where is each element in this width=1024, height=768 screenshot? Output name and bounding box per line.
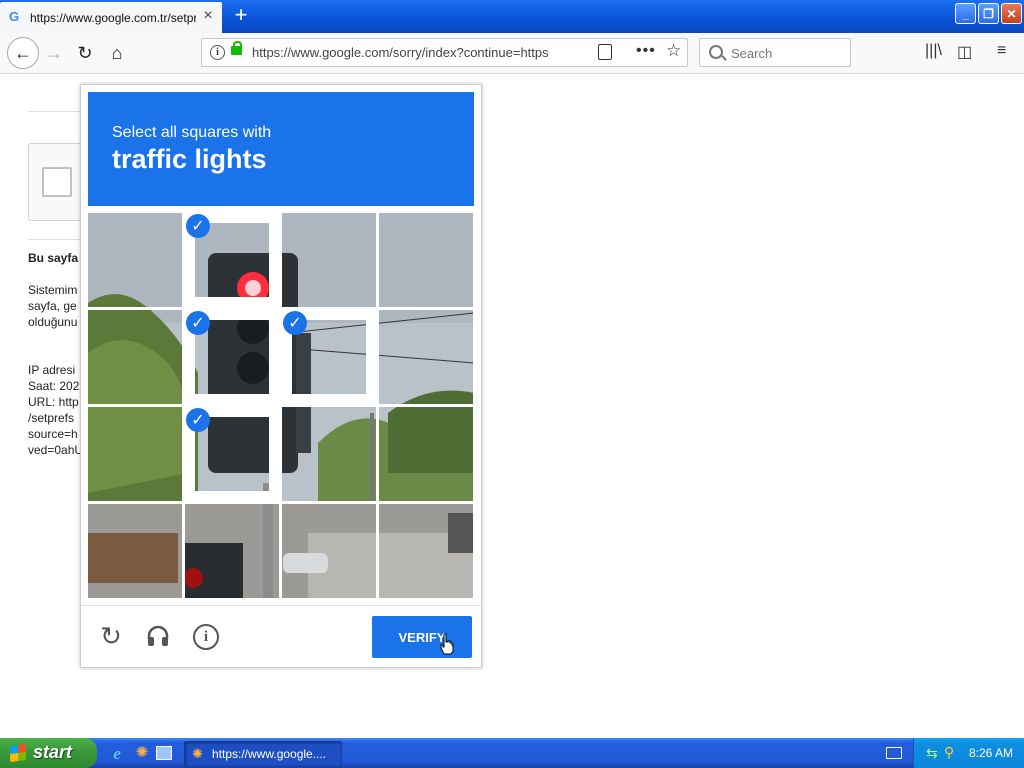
captcha-target-object: traffic lights: [112, 144, 267, 174]
captcha-challenge-dialog: Select all squares with traffic lights ✓…: [80, 84, 482, 668]
reload-button[interactable]: ↻: [73, 41, 97, 65]
captcha-instruction-header: Select all squares with traffic lights: [88, 92, 474, 206]
search-box[interactable]: Search: [699, 38, 851, 67]
captcha-tile[interactable]: [88, 310, 182, 404]
divider: [28, 111, 88, 112]
info-line: ved=0ahU: [28, 443, 84, 457]
search-icon: [709, 45, 723, 59]
info-line: IP adresi: [28, 363, 76, 377]
page-paragraph-line: sayfa, ge: [28, 299, 77, 313]
divider: [28, 239, 88, 240]
hamburger-menu-icon[interactable]: ≡: [997, 42, 1006, 60]
search-placeholder: Search: [731, 46, 773, 61]
start-label: start: [33, 742, 73, 762]
sidebar-icon[interactable]: ◫: [957, 42, 972, 62]
captcha-tile[interactable]: [379, 310, 473, 404]
library-icon[interactable]: |||\: [925, 42, 942, 60]
browser-title-bar: G https://www.google.com.tr/setprefs × +…: [0, 0, 1024, 33]
firefox-icon: ✺: [192, 746, 203, 761]
checkmark-icon: ✓: [186, 214, 210, 238]
tab-title: https://www.google.com.tr/setprefs: [30, 11, 196, 25]
address-bar[interactable]: i https://www.google.com/sorry/index?con…: [201, 38, 688, 67]
audio-challenge-icon[interactable]: [145, 623, 171, 649]
window-restore-button[interactable]: ❐: [978, 3, 999, 24]
page-paragraph-line: olduğunu: [28, 315, 78, 329]
captcha-instruction-text: Select all squares with: [112, 124, 272, 141]
captcha-tile[interactable]: [282, 504, 376, 598]
hand-cursor-icon: [440, 633, 454, 655]
checkmark-icon: ✓: [186, 408, 210, 432]
captcha-tile[interactable]: ✓: [185, 407, 279, 501]
captcha-tile[interactable]: ✓: [185, 310, 279, 404]
captcha-tile[interactable]: [379, 407, 473, 501]
taskbar-item-label: https://www.google....: [212, 747, 327, 761]
checkmark-icon: ✓: [283, 311, 307, 335]
search-tray-icon[interactable]: ⚲: [944, 744, 954, 761]
home-button[interactable]: ⌂: [105, 41, 129, 65]
forward-button[interactable]: →: [42, 41, 66, 65]
page-paragraph-line: Sistemim: [28, 283, 78, 297]
window-minimize-button[interactable]: _: [955, 3, 976, 24]
taskbar-item-firefox[interactable]: ✺ https://www.google....: [184, 741, 342, 767]
windows-taskbar: start e ✺ ✺ https://www.google.... ⇆ ⚲ 8…: [0, 738, 1024, 768]
clock: 8:26 AM: [969, 746, 1014, 760]
info-line: /setprefs: [28, 411, 75, 425]
lock-icon[interactable]: [231, 41, 242, 55]
captcha-footer: ↻ i VERIFY: [81, 605, 481, 668]
internet-explorer-icon[interactable]: e: [108, 744, 126, 763]
info-line: source=h: [28, 427, 78, 441]
address-text[interactable]: https://www.google.com/sorry/index?conti…: [252, 45, 562, 60]
help-info-icon[interactable]: i: [193, 624, 219, 650]
windows-logo-icon: [10, 743, 26, 763]
google-favicon-icon: G: [9, 9, 20, 24]
checkmark-icon: ✓: [186, 311, 210, 335]
captcha-tile[interactable]: [282, 407, 376, 501]
navigation-toolbar: ← → ↻ ⌂ i https://www.google.com/sorry/i…: [0, 33, 1024, 74]
firefox-quicklaunch-icon[interactable]: ✺: [133, 744, 151, 762]
tab-close-icon[interactable]: ×: [200, 8, 216, 24]
page-actions-icon[interactable]: •••: [636, 42, 656, 60]
tab-google-setprefs[interactable]: G https://www.google.com.tr/setprefs ×: [0, 2, 222, 33]
network-icon[interactable]: ⇆: [926, 745, 938, 762]
captcha-tile[interactable]: [88, 407, 182, 501]
show-desktop-icon[interactable]: [156, 746, 172, 760]
site-info-icon[interactable]: i: [210, 45, 225, 60]
new-tab-button[interactable]: +: [229, 4, 253, 28]
window-close-button[interactable]: ✕: [1001, 3, 1022, 24]
captcha-tile[interactable]: ✓: [185, 213, 279, 307]
verify-button[interactable]: VERIFY: [372, 616, 472, 658]
captcha-tile[interactable]: [185, 504, 279, 598]
system-tray: ⇆ ⚲ 8:26 AM: [913, 738, 1024, 768]
info-line: URL: http: [28, 395, 79, 409]
bookmark-star-icon[interactable]: ☆: [666, 41, 681, 61]
reload-challenge-icon[interactable]: ↻: [98, 623, 124, 649]
captcha-tile[interactable]: [88, 504, 182, 598]
captcha-tile[interactable]: ✓: [282, 310, 376, 404]
captcha-tile[interactable]: [282, 213, 376, 307]
captcha-image-grid: ✓ ✓ ✓ ✓: [88, 213, 474, 599]
start-button[interactable]: start: [0, 738, 97, 768]
back-button[interactable]: ←: [7, 37, 39, 69]
reader-view-icon[interactable]: [598, 44, 612, 60]
info-line: Saat: 202: [28, 379, 80, 393]
keyboard-icon[interactable]: [886, 747, 902, 759]
captcha-tile[interactable]: [379, 504, 473, 598]
page-heading: Bu sayfa: [28, 251, 79, 265]
captcha-tile[interactable]: [379, 213, 473, 307]
captcha-tile[interactable]: [88, 213, 182, 307]
recaptcha-checkbox[interactable]: [42, 167, 72, 197]
